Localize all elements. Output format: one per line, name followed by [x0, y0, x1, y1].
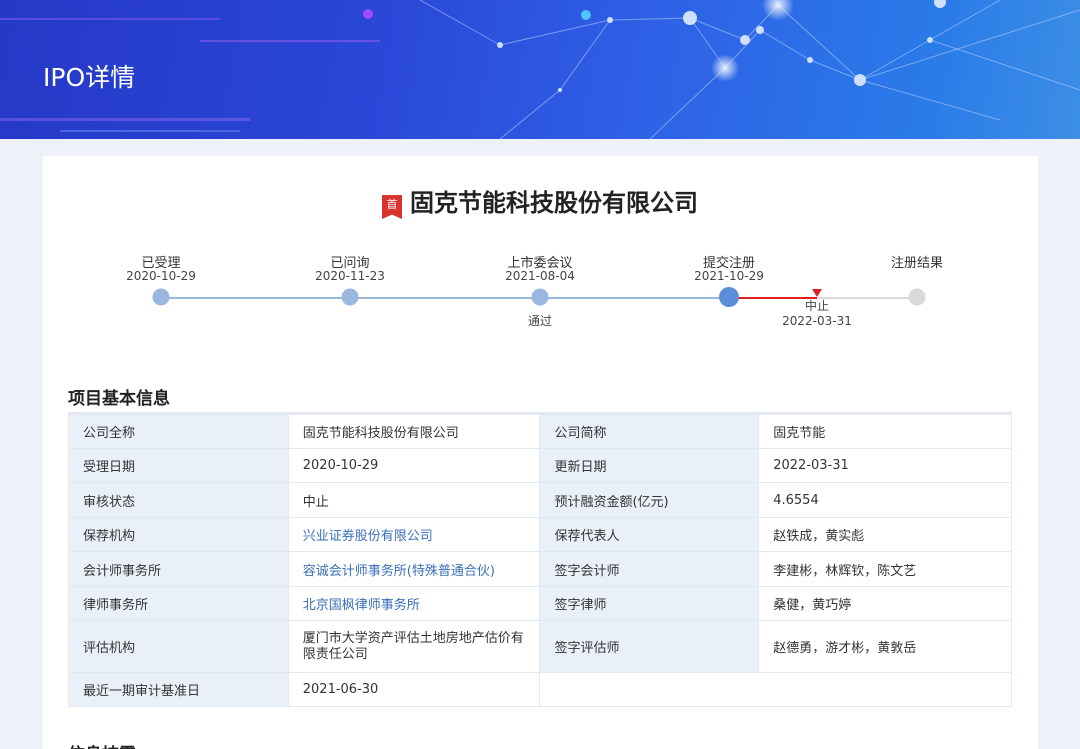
- field-value: 2022-03-31: [758, 448, 1012, 483]
- field-value: 中止: [287, 482, 541, 518]
- field-value: 赵铁成，黄实彪: [758, 517, 1012, 552]
- network-decoration: [0, 0, 1080, 139]
- field-label: 预计融资金额(亿元): [539, 482, 760, 518]
- termination-marker-icon: [812, 289, 822, 297]
- field-label: 保荐代表人: [539, 517, 760, 552]
- field-label: 律师事务所: [68, 586, 289, 621]
- field-label: 会计师事务所: [68, 551, 289, 587]
- section-title: 项目基本信息: [68, 389, 170, 409]
- first-listing-badge: 首: [382, 195, 402, 219]
- field-value: 桑健，黄巧婷: [758, 586, 1012, 621]
- header-banner: IPO详情: [0, 0, 1080, 139]
- field-label: 签字律师: [539, 586, 760, 621]
- field-value: 兴业证券股份有限公司: [287, 517, 541, 552]
- sponsor-link[interactable]: 兴业证券股份有限公司: [303, 529, 433, 544]
- field-value: 厦门市大学资产评估土地房地产估价有限责任公司: [287, 620, 541, 673]
- step-date: 2020-11-23: [315, 269, 385, 283]
- field-label: 更新日期: [539, 448, 760, 483]
- step-dot-pending[interactable]: [908, 288, 926, 306]
- basic-info-table: 公司全称 固克节能科技股份有限公司 公司简称 固克节能 受理日期 2020-10…: [68, 412, 1012, 707]
- step-date: 2021-10-29: [694, 269, 764, 283]
- step-dot[interactable]: [531, 288, 549, 306]
- field-label: 签字评估师: [539, 620, 760, 673]
- field-value: 2021-06-30: [287, 672, 541, 707]
- table-row: 会计师事务所 容诚会计师事务所(特殊普通合伙) 签字会计师 李建彬，林辉钦，陈文…: [68, 551, 1012, 587]
- field-value: 容诚会计师事务所(特殊普通合伙): [287, 551, 541, 587]
- timeline-track-done: [161, 297, 729, 299]
- step-date: 2020-10-29: [126, 269, 196, 283]
- field-value: 固克节能科技股份有限公司: [287, 413, 541, 449]
- field-label: 公司全称: [68, 413, 289, 449]
- step-note: 通过: [527, 314, 552, 328]
- table-row: 评估机构 厦门市大学资产评估土地房地产估价有限责任公司 签字评估师 赵德勇，游才…: [68, 620, 1012, 673]
- section-title: 信息披露: [68, 740, 136, 749]
- field-label: 公司简称: [539, 413, 760, 449]
- company-name: 固克节能科技股份有限公司: [410, 189, 698, 217]
- table-row: 保荐机构 兴业证券股份有限公司 保荐代表人 赵铁成，黄实彪: [68, 517, 1012, 552]
- field-label: 受理日期: [68, 448, 289, 483]
- field-value: 固克节能: [758, 413, 1012, 449]
- empty-cell: [539, 672, 1012, 707]
- table-row: 受理日期 2020-10-29 更新日期 2022-03-31: [68, 448, 1012, 483]
- table-row: 公司全称 固克节能科技股份有限公司 公司简称 固克节能: [68, 413, 1012, 449]
- field-value: 4.6554: [758, 482, 1012, 518]
- field-label: 审核状态: [68, 482, 289, 518]
- step-date: 2021-08-04: [505, 269, 575, 283]
- law-firm-link[interactable]: 北京国枫律师事务所: [303, 598, 420, 613]
- field-value: 2020-10-29: [287, 448, 541, 483]
- table-row: 最近一期审计基准日 2021-06-30: [68, 672, 1012, 707]
- page-title: IPO详情: [43, 63, 136, 92]
- field-value: 李建彬，林辉钦，陈文艺: [758, 551, 1012, 587]
- step-dot[interactable]: [341, 288, 359, 306]
- field-label: 最近一期审计基准日: [68, 672, 289, 707]
- field-label: 评估机构: [68, 620, 289, 673]
- step-dot-current[interactable]: [719, 287, 739, 307]
- termination-date: 2022-03-31: [782, 314, 852, 328]
- accounting-firm-link[interactable]: 容诚会计师事务所(特殊普通合伙): [303, 564, 495, 579]
- field-label: 保荐机构: [68, 517, 289, 552]
- termination-label: 中止: [804, 299, 829, 313]
- field-value: 北京国枫律师事务所: [287, 586, 541, 621]
- company-heading: 首固克节能科技股份有限公司: [0, 183, 1080, 219]
- table-row: 审核状态 中止 预计融资金额(亿元) 4.6554: [68, 482, 1012, 518]
- step-label: 注册结果: [890, 256, 943, 271]
- field-label: 签字会计师: [539, 551, 760, 587]
- step-dot[interactable]: [152, 288, 170, 306]
- table-row: 律师事务所 北京国枫律师事务所 签字律师 桑健，黄巧婷: [68, 586, 1012, 621]
- field-value: 赵德勇，游才彬，黄敦岳: [758, 620, 1012, 673]
